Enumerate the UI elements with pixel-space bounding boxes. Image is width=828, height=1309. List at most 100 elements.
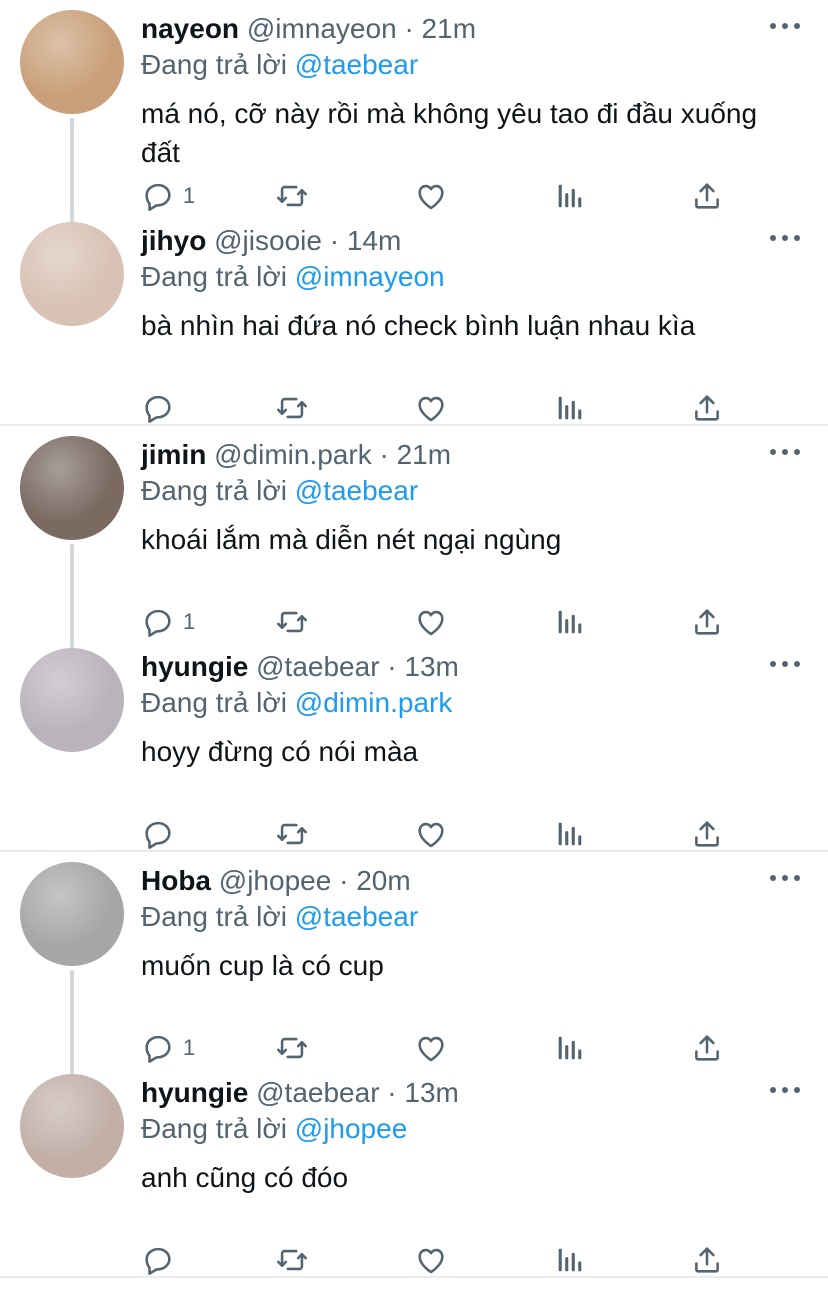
timestamp[interactable]: 14m [347,225,401,256]
display-name[interactable]: nayeon [141,13,239,44]
mention-link[interactable]: @taebear [295,901,418,932]
replying-to-label: Đang trả lời [141,49,287,80]
mention-link[interactable]: @jhopee [295,1113,408,1144]
user-handle[interactable]: @taebear [256,651,379,682]
separator-dot: · [379,439,389,470]
more-icon[interactable] [770,228,800,248]
tweet-text: bà nhìn hai đứa nó check bình luận nhau … [141,310,696,341]
display-name[interactable]: hyungie [141,651,248,682]
share-icon [695,821,719,847]
timestamp[interactable]: 20m [356,865,410,896]
avatar[interactable] [20,222,124,326]
retweet-button[interactable] [275,604,309,640]
like-button[interactable] [414,816,448,852]
analytics-button[interactable] [553,1242,587,1278]
mention-link[interactable]: @dimin.park [295,687,453,718]
share-button[interactable] [690,390,724,426]
share-button[interactable] [690,604,724,640]
user-handle[interactable]: @jisooie [214,225,322,256]
tweet-text: má nó, cỡ này rồi mà không yêu tao đi đầ… [141,98,758,168]
like-button[interactable] [414,178,448,214]
reply-icon [145,609,171,637]
avatar[interactable] [20,436,124,540]
analytics-icon [558,184,582,208]
analytics-button[interactable] [553,1030,587,1066]
tweet[interactable]: hyungie @taebear · 13m Đang trả lời @dim… [0,638,828,850]
separator-dot: · [329,225,340,256]
reply-count: 1 [183,609,196,634]
reply-button[interactable]: 1 [141,178,195,214]
tweet-actions [141,1242,741,1278]
analytics-button[interactable] [553,390,587,426]
like-button[interactable] [414,604,448,640]
avatar[interactable] [20,10,124,114]
reply-button[interactable]: 1 [141,1030,195,1066]
display-name[interactable]: Hoba [141,865,211,896]
timestamp[interactable]: 21m [422,13,476,44]
replying-to-label: Đang trả lời [141,901,287,932]
share-icon [695,1247,719,1273]
separator-dot: · [387,1077,397,1108]
retweet-icon [276,1037,308,1059]
mention-link[interactable]: @taebear [295,49,418,80]
retweet-button[interactable] [275,816,309,852]
user-handle[interactable]: @taebear [256,1077,379,1108]
share-button[interactable] [690,816,724,852]
analytics-button[interactable] [553,178,587,214]
user-handle[interactable]: @imnayeon [247,13,397,44]
more-icon[interactable] [770,868,800,888]
analytics-icon [558,610,582,634]
retweet-button[interactable] [275,178,309,214]
share-icon [695,1035,719,1061]
share-icon [695,183,719,209]
tweet[interactable]: nayeon @imnayeon · 21m Đang trả lời @tae… [0,0,828,258]
share-button[interactable] [690,178,724,214]
like-button[interactable] [414,390,448,426]
analytics-button[interactable] [553,816,587,852]
analytics-button[interactable] [553,604,587,640]
timestamp[interactable]: 13m [404,651,458,682]
retweet-button[interactable] [275,390,309,426]
share-button[interactable] [690,1242,724,1278]
more-icon[interactable] [770,1080,800,1100]
replying-to-label: Đang trả lời [141,1113,287,1144]
mention-link[interactable]: @imnayeon [295,261,445,292]
timestamp[interactable]: 13m [404,1077,458,1108]
replying-to-label: Đang trả lời [141,261,287,292]
more-icon[interactable] [770,654,800,674]
like-button[interactable] [414,1030,448,1066]
reply-button[interactable]: 1 [141,604,195,640]
timestamp[interactable]: 21m [397,439,451,470]
separator-dot: · [339,865,349,896]
share-button[interactable] [690,1030,724,1066]
reply-icon [145,395,171,423]
avatar[interactable] [20,1074,124,1178]
reply-button[interactable] [141,390,183,426]
display-name[interactable]: jihyo [141,225,206,256]
reply-icon [145,183,171,211]
tweet[interactable]: Hoba @jhopee · 20m Đang trả lời @taebear… [0,852,828,1110]
user-handle[interactable]: @jhopee [219,865,332,896]
like-icon [418,396,444,422]
retweet-button[interactable] [275,1242,309,1278]
separator-dot: · [404,13,414,44]
reply-button[interactable] [141,1242,183,1278]
more-icon[interactable] [770,442,800,462]
avatar[interactable] [20,862,124,966]
user-handle[interactable]: @dimin.park [214,439,372,470]
tweet[interactable]: jihyo @jisooie · 14m Đang trả lời @imnay… [0,212,828,424]
analytics-icon [558,822,582,846]
avatar[interactable] [20,648,124,752]
reply-button[interactable] [141,816,183,852]
retweet-button[interactable] [275,1030,309,1066]
display-name[interactable]: hyungie [141,1077,248,1108]
display-name[interactable]: jimin [141,439,206,470]
separator-dot: · [387,651,397,682]
tweet[interactable]: jimin @dimin.park · 21m Đang trả lời @ta… [0,426,828,684]
tweet[interactable]: hyungie @taebear · 13m Đang trả lời @jho… [0,1064,828,1276]
mention-link[interactable]: @taebear [295,475,418,506]
retweet-icon [276,1249,308,1271]
more-icon[interactable] [770,16,800,36]
tweet-header: jihyo @jisooie · 14m [141,224,401,258]
like-button[interactable] [414,1242,448,1278]
